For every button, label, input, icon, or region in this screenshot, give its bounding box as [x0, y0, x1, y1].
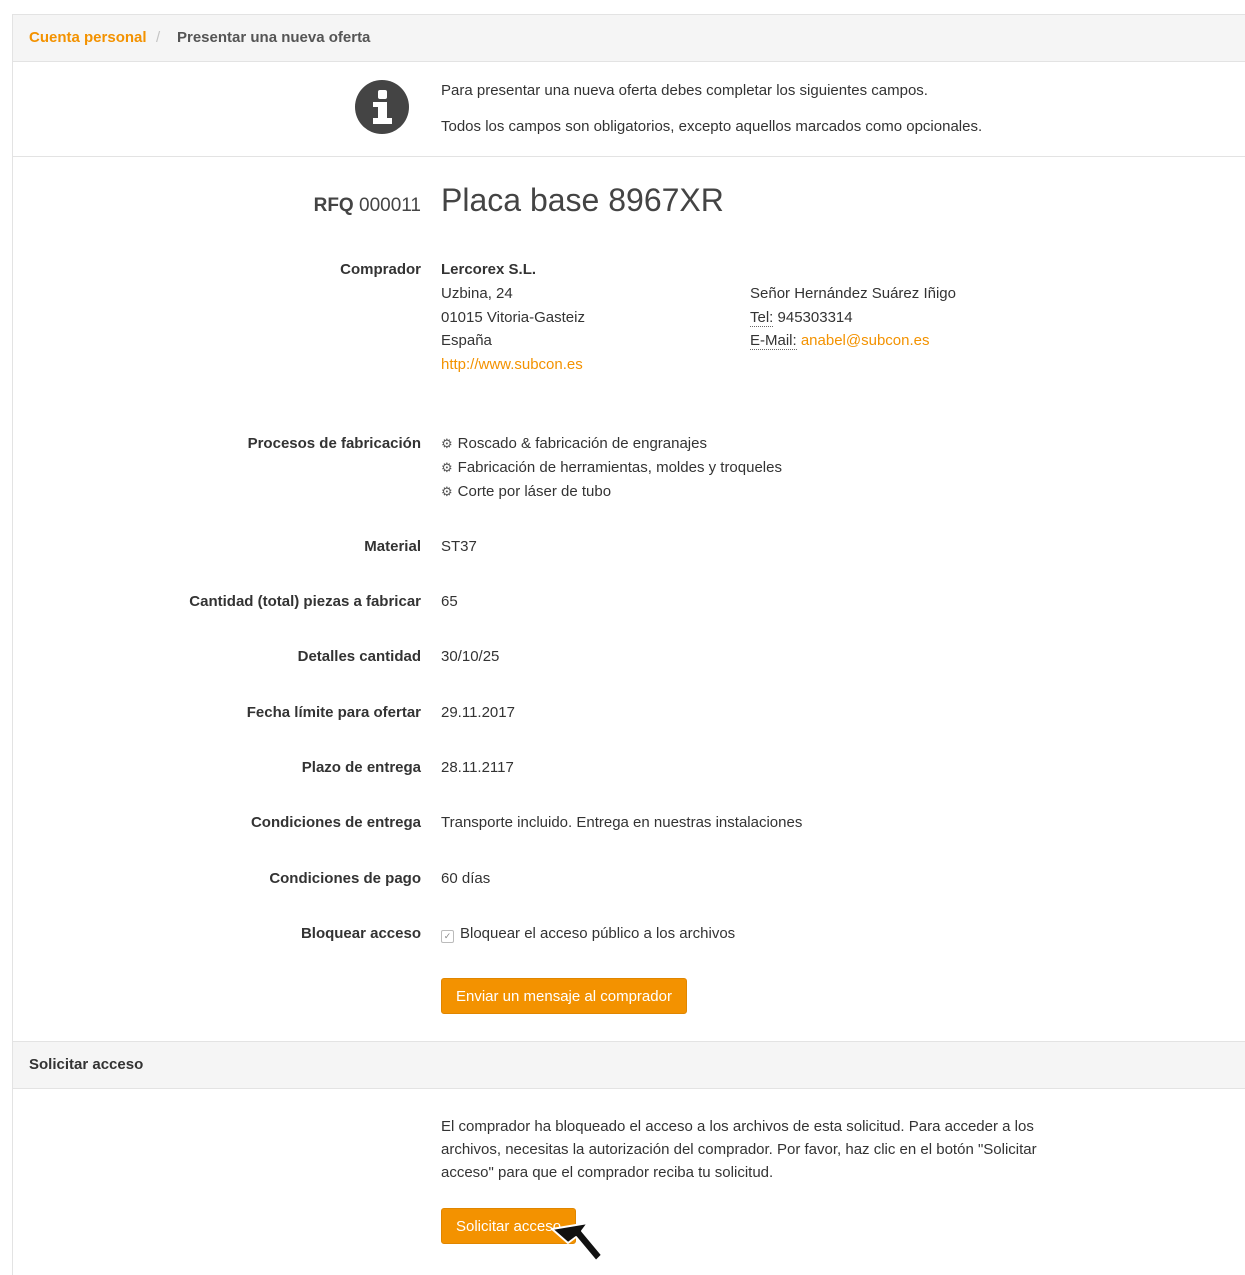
- quantity-details-label: Detalles cantidad: [297, 648, 421, 665]
- process-item-label: Roscado & fabricación de engranajes: [457, 435, 707, 452]
- buyer-website-link[interactable]: http://www.subcon.es: [441, 356, 583, 373]
- info-box: Para presentar una nueva oferta debes co…: [13, 62, 1245, 157]
- breadcrumb-separator: /: [156, 29, 161, 46]
- info-circle-icon: [355, 80, 409, 134]
- breadcrumb: Cuenta personal / Presentar una nueva of…: [13, 15, 1245, 62]
- buyer-contact-name: Señor Hernández Suárez Iñigo: [750, 285, 956, 302]
- quantity-value: 65: [441, 593, 458, 610]
- block-access-checkbox[interactable]: ✓: [441, 930, 454, 943]
- delivery-conditions-value: Transporte incluido. Entrega en nuestras…: [441, 814, 803, 831]
- process-item-label: Corte por láser de tubo: [457, 483, 612, 500]
- request-access-section-header: Solicitar acceso: [13, 1041, 1245, 1089]
- breadcrumb-link-personal-account[interactable]: Cuenta personal: [29, 15, 147, 61]
- buyer-email-link[interactable]: anabel@subcon.es: [801, 332, 930, 349]
- delivery-time-value: 28.11.2117: [441, 759, 514, 776]
- buyer-email: E-Mail: anabel@subcon.es: [750, 332, 930, 350]
- material-label: Material: [364, 538, 421, 555]
- material-value: ST37: [441, 538, 477, 555]
- delivery-conditions-label: Condiciones de entrega: [250, 814, 421, 831]
- rfq-prefix: RFQ: [313, 195, 354, 216]
- section-title: Solicitar acceso: [29, 1056, 144, 1073]
- tel-value: 945303314: [777, 309, 853, 326]
- email-label: E-Mail:: [750, 332, 797, 350]
- page-title: Placa base 8967XR: [441, 182, 724, 218]
- tel-label: Tel:: [750, 309, 774, 327]
- info-line-1: Para presentar una nueva oferta debes co…: [441, 82, 928, 99]
- rfq-number: RFQ 000011: [314, 195, 421, 217]
- gears-icon: ⚙: [441, 436, 453, 451]
- block-access-row: ✓ Bloquear el acceso público a los archiv…: [441, 925, 735, 943]
- rfq-id: 000011: [359, 195, 421, 216]
- processes-label: Procesos de fabricación: [247, 435, 421, 452]
- gears-icon: ⚙: [441, 484, 453, 499]
- mouse-cursor-icon: [551, 1222, 603, 1262]
- process-item: ⚙ Corte por láser de tubo: [441, 483, 611, 500]
- process-item-label: Fabricación de herramientas, moldes y tr…: [457, 459, 782, 476]
- block-access-text: Bloquear el acceso público a los archivo…: [460, 925, 736, 942]
- buyer-label: Comprador: [340, 261, 421, 278]
- payment-conditions-label: Condiciones de pago: [269, 870, 421, 887]
- info-line-2: Todos los campos son obligatorios, excep…: [441, 118, 983, 135]
- buyer-country: España: [441, 332, 492, 349]
- quantity-label: Cantidad (total) piezas a fabricar: [189, 593, 421, 610]
- deadline-value: 29.11.2017: [441, 704, 515, 721]
- buyer-street: Uzbina, 24: [441, 285, 513, 302]
- block-access-label: Bloquear acceso: [300, 925, 421, 942]
- buyer-city: 01015 Vitoria-Gasteiz: [441, 309, 585, 326]
- breadcrumb-current: Presentar una nueva oferta: [177, 29, 371, 46]
- payment-conditions-value: 60 días: [441, 870, 491, 887]
- delivery-time-label: Plazo de entrega: [301, 759, 421, 776]
- quantity-details-value: 30/10/25: [441, 648, 500, 665]
- gears-icon: ⚙: [441, 460, 453, 475]
- process-item: ⚙ Fabricación de herramientas, moldes y t…: [441, 459, 782, 476]
- deadline-label: Fecha límite para ofertar: [246, 704, 421, 721]
- offer-panel: Cuenta personal / Presentar una nueva of…: [12, 14, 1245, 1275]
- access-explanation: El comprador ha bloqueado el acceso a lo…: [441, 1118, 1037, 1181]
- send-message-button[interactable]: Enviar un mensaje al comprador: [441, 978, 687, 1014]
- buyer-company: Lercorex S.L.: [441, 261, 537, 278]
- process-item: ⚙ Roscado & fabricación de engranajes: [441, 435, 707, 452]
- buyer-phone: Tel: 945303314: [750, 309, 853, 327]
